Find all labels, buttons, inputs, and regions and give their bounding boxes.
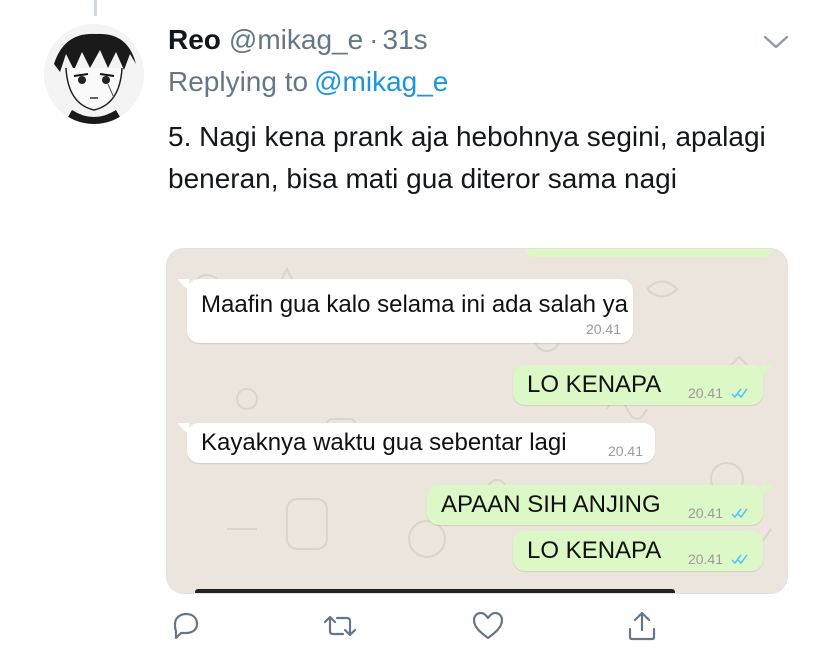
chat-input-bar-edge [195, 589, 675, 593]
tweet-header: Reo @mikag_e · 31s [168, 24, 428, 56]
message-text: Maafin gua kalo selama ini ada salah ya [201, 291, 628, 318]
read-ticks-icon [731, 388, 748, 399]
replying-to-label: Replying to [168, 66, 309, 97]
like-icon[interactable] [468, 606, 508, 646]
user-handle[interactable]: @mikag_e [229, 24, 363, 56]
message-time: 20.41 [585, 321, 621, 337]
chat-message-incoming: Kayaknya waktu gua sebentar lagi 20.41 [187, 423, 655, 463]
separator-dot: · [369, 24, 379, 55]
tweet-timestamp[interactable]: 31s [383, 24, 428, 56]
replying-to-line: Replying to @mikag_e [168, 66, 448, 98]
read-ticks-icon [731, 508, 748, 519]
chat-message-outgoing: LO KENAPA 20.41 [513, 531, 763, 571]
chat-message-incoming: Maafin gua kalo selama ini ada salah ya … [187, 279, 633, 343]
chat-message-outgoing: APAAN SIH ANJING 20.41 [427, 485, 763, 525]
message-time: 20.41 [687, 385, 723, 401]
attached-chat-screenshot[interactable]: Maafin gua kalo selama ini ada salah ya … [166, 248, 788, 594]
chat-message-outgoing: LO KENAPA 20.41 [513, 365, 763, 405]
reply-icon[interactable] [166, 606, 206, 646]
thread-connector-line [94, 0, 97, 16]
read-ticks-icon [731, 554, 748, 565]
avatar[interactable] [44, 24, 144, 124]
message-text: LO KENAPA [527, 537, 662, 564]
avatar-illustration [44, 24, 144, 124]
message-time: 20.41 [687, 551, 723, 567]
message-text: LO KENAPA [527, 371, 662, 398]
more-options-chevron-down-icon[interactable] [762, 32, 790, 52]
tweet-text: 5. Nagi kena prank aja hebohnya segini, … [168, 121, 766, 194]
replying-to-mention-link[interactable]: @mikag_e [314, 66, 448, 97]
message-time: 20.41 [607, 443, 643, 459]
display-name[interactable]: Reo [168, 24, 221, 56]
message-text: APAAN SIH ANJING [441, 491, 661, 518]
message-time: 20.41 [687, 505, 723, 521]
retweet-icon[interactable] [320, 606, 360, 646]
share-icon[interactable] [622, 606, 662, 646]
message-text: Kayaknya waktu gua sebentar lagi [201, 429, 567, 456]
tweet-action-bar [0, 606, 828, 656]
